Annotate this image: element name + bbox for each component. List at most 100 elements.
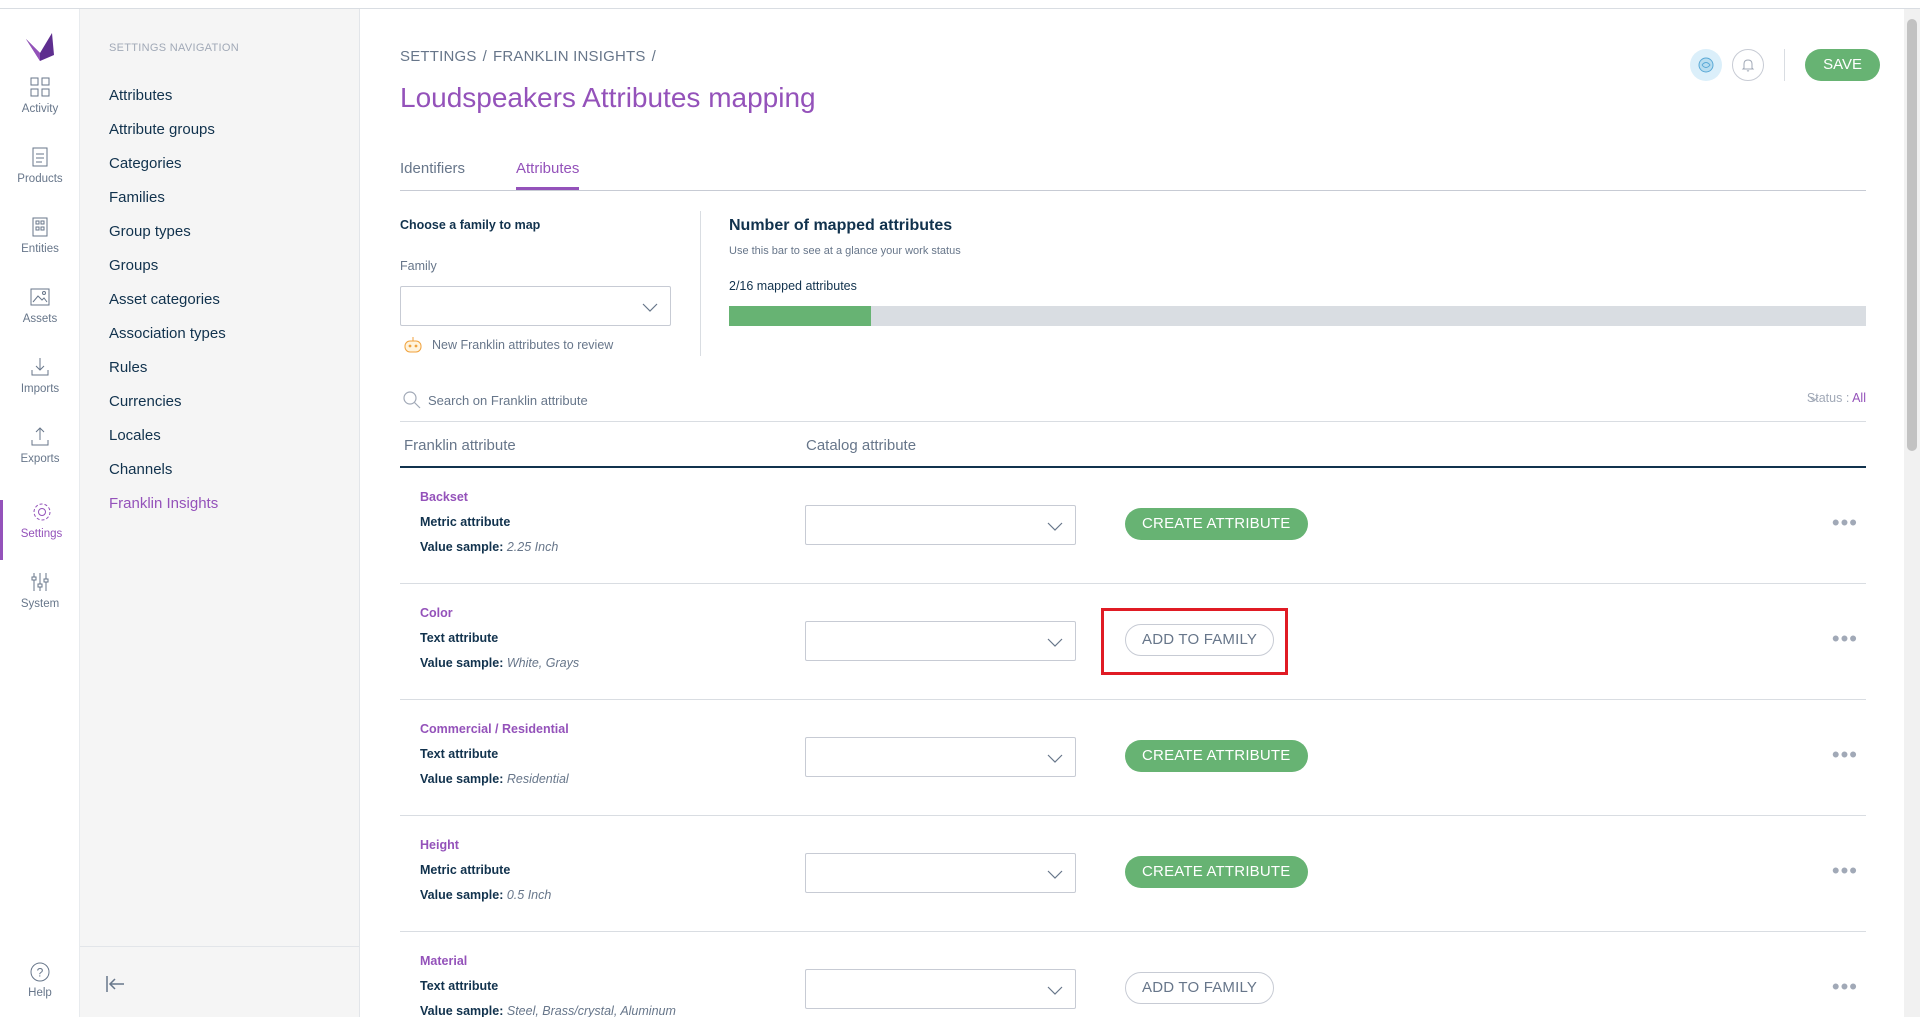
collapse-panel-button[interactable] [80,946,359,1017]
family-select[interactable] [400,286,671,326]
subnav-item-association-types[interactable]: Association types [109,325,226,342]
catalog-attribute-select[interactable] [805,621,1076,661]
franklin-attribute-name[interactable]: Commercial / Residential [420,722,569,736]
franklin-attribute-name[interactable]: Material [420,954,467,968]
more-actions-button[interactable]: ••• [1832,510,1858,536]
bell-icon [1741,59,1755,72]
column-franklin-attribute: Franklin attribute [404,437,516,454]
value-sample-label: Value sample: [420,772,504,786]
search-bar: Status : All [400,386,1866,422]
create-attribute-button[interactable]: CREATE ATTRIBUTE [1125,508,1308,540]
menu-products[interactable]: Products [0,145,80,205]
header-actions: SAVE [1680,48,1880,82]
franklin-attribute-name[interactable]: Backset [420,490,468,504]
franklin-attribute-name[interactable]: Color [420,606,453,620]
catalog-attribute-select[interactable] [805,737,1076,777]
mapped-count: 2/16 mapped attributes [729,279,857,293]
franklin-attribute-type: Text attribute [420,747,499,761]
subnav-item-categories[interactable]: Categories [109,155,182,172]
menu-exports[interactable]: Exports [0,425,80,485]
value-sample-value: Steel, Brass/crystal, Aluminum [506,1004,676,1017]
breadcrumb-settings[interactable]: SETTINGS [400,48,477,65]
subnav-item-currencies[interactable]: Currencies [109,393,182,410]
chevron-down-icon [1047,522,1063,531]
page-scrollbar[interactable] [1904,9,1920,1017]
subnav-item-channels[interactable]: Channels [109,461,172,478]
create-attribute-button[interactable]: CREATE ATTRIBUTE [1125,856,1308,888]
more-actions-button[interactable]: ••• [1832,974,1858,1000]
tab-bar: Identifiers Attributes [400,150,1866,191]
header-divider [1784,49,1786,81]
status-filter[interactable]: Status : All [1807,391,1866,405]
value-sample: Value sample: 0.5 Inch [420,888,551,902]
chevron-down-icon [1809,396,1819,402]
value-sample: Value sample: White, Grays [420,656,579,670]
family-panel-title: Choose a family to map [400,218,541,232]
help-button[interactable]: ? Help [0,960,80,999]
main-menu: Activity Products Entities Assets Import… [0,9,80,1017]
value-sample-value: 2.25 Inch [506,540,559,554]
menu-settings[interactable]: Settings [0,500,80,560]
subnav-item-attributes[interactable]: Attributes [109,87,172,104]
menu-label: Assets [22,313,58,325]
menu-label: Activity [21,103,59,115]
chevron-down-icon [1047,986,1063,995]
notifications-button[interactable] [1732,49,1765,81]
subnav-item-attribute-groups[interactable]: Attribute groups [109,121,215,138]
add-to-family-button[interactable]: ADD TO FAMILY [1125,972,1275,1004]
tab-attributes[interactable]: Attributes [516,160,580,190]
menu-system[interactable]: System [0,570,80,630]
menu-label: Entities [21,243,59,255]
subnav-item-asset-categories[interactable]: Asset categories [109,291,220,308]
subnav-item-group-types[interactable]: Group types [109,223,191,240]
akeneo-logo[interactable] [20,25,60,65]
subnav-item-franklin-insights[interactable]: Franklin Insights [109,495,218,512]
breadcrumb-separator: / [482,48,487,65]
subnav-title: SETTINGS NAVIGATION [109,42,239,54]
chevron-down-icon [1047,870,1063,879]
panel-divider [700,211,701,356]
subnav-item-locales[interactable]: Locales [109,427,161,444]
franklin-attribute-type: Metric attribute [420,515,511,529]
subnav-item-groups[interactable]: Groups [109,257,158,274]
value-sample-label: Value sample: [420,656,504,670]
menu-imports[interactable]: Imports [0,355,80,415]
more-actions-button[interactable]: ••• [1832,858,1858,884]
franklin-attribute-name[interactable]: Height [420,838,459,852]
exports-icon [31,427,49,446]
scroll-thumb[interactable] [1907,19,1917,451]
products-icon [32,147,48,167]
subnav-item-rules[interactable]: Rules [109,359,147,376]
value-sample-label: Value sample: [420,888,504,902]
menu-entities[interactable]: Entities [0,215,80,275]
subnav-item-families[interactable]: Families [109,189,165,206]
chevron-down-icon [1047,754,1063,763]
catalog-attribute-select[interactable] [805,853,1076,893]
tab-identifiers[interactable]: Identifiers [400,160,465,190]
menu-label: Imports [20,383,60,395]
franklin-brain-icon [1698,57,1714,73]
value-sample-label: Value sample: [420,1004,504,1017]
menu-activity[interactable]: Activity [0,75,80,135]
mapped-subtitle: Use this bar to see at a glance your wor… [729,245,961,257]
search-input[interactable] [428,389,928,411]
create-attribute-button[interactable]: CREATE ATTRIBUTE [1125,740,1308,772]
more-actions-button[interactable]: ••• [1832,626,1858,652]
breadcrumb-franklin-insights[interactable]: FRANKLIN INSIGHTS [493,48,646,65]
catalog-attribute-select[interactable] [805,505,1076,545]
menu-assets[interactable]: Assets [0,285,80,345]
table-row: Material Text attribute Value sample: Stee… [400,932,1866,1017]
table-row: Commercial / Residential Text attribute Va… [400,700,1866,816]
collapse-icon [106,976,124,992]
more-actions-button[interactable]: ••• [1832,742,1858,768]
save-button[interactable]: SAVE [1805,49,1880,81]
menu-label: Exports [20,453,60,465]
help-label: Help [28,987,52,999]
franklin-attribute-type: Metric attribute [420,863,511,877]
catalog-attribute-select[interactable] [805,969,1076,1009]
family-field-label: Family [400,259,437,273]
highlight-annotation [1101,608,1288,675]
system-icon [31,573,49,591]
chevron-down-icon [1047,638,1063,647]
franklin-status-button[interactable] [1690,49,1723,81]
